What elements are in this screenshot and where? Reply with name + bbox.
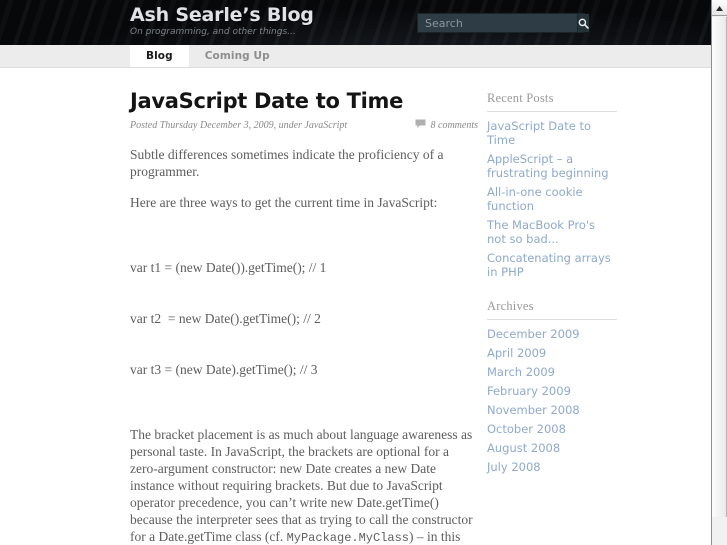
archive-link-7[interactable]: July 2008 xyxy=(487,460,617,474)
archive-link-1[interactable]: April 2009 xyxy=(487,346,617,360)
list-item: The MacBook Pro's not so bad... xyxy=(487,218,617,246)
search-form xyxy=(417,13,589,33)
post-category-link[interactable]: JavaScript xyxy=(304,120,347,131)
archive-link-0[interactable]: December 2009 xyxy=(487,327,617,341)
recent-posts-heading: Recent Posts xyxy=(487,91,617,112)
page-root: Ash Searle’s Blog On programming, and ot… xyxy=(0,0,711,545)
site-tagline: On programming, and other things... xyxy=(130,27,296,37)
code-line-3: var t3 = (new Date).getTime(); // 3 xyxy=(130,362,318,378)
archives-heading: Archives xyxy=(487,299,617,320)
search-icon xyxy=(578,18,589,29)
post-meta-date-text: Posted Thursday December 3, 2009, under xyxy=(130,120,305,132)
archive-link-5[interactable]: October 2008 xyxy=(487,422,617,436)
post-paragraph-3: The bracket placement is as much about l… xyxy=(130,426,478,545)
code-block: var t1 = (new Date()).getTime(); // 1 va… xyxy=(130,225,478,412)
list-item: March 2009 xyxy=(487,365,617,379)
post-paragraph-1: Subtle differences sometimes indicate th… xyxy=(130,147,444,180)
comment-bubble-icon xyxy=(415,119,426,132)
list-item: February 2009 xyxy=(487,384,617,398)
list-item: December 2009 xyxy=(487,327,617,341)
list-item: All-in-one cookie function xyxy=(487,185,617,213)
post-paragraph-2: Here are three ways to get the current t… xyxy=(130,195,438,211)
list-item: November 2008 xyxy=(487,403,617,417)
archive-link-4[interactable]: November 2008 xyxy=(487,403,617,417)
list-item: AppleScript – a frustrating beginning xyxy=(487,152,617,180)
list-item: July 2008 xyxy=(487,460,617,474)
post-paragraph-3-part-a: The bracket placement is as much about l… xyxy=(130,427,473,545)
sidebar: Recent Posts JavaScript Date to Time App… xyxy=(487,90,617,545)
scrollbar-up-button[interactable] xyxy=(712,0,727,16)
post-title: JavaScript Date to Time xyxy=(130,89,404,113)
recent-post-link-0[interactable]: JavaScript Date to Time xyxy=(487,119,617,147)
code-line-2: var t2 = new Date().getTime(); // 2 xyxy=(130,311,321,327)
list-item: Concatenating arrays in PHP xyxy=(487,251,617,279)
arrow-up-icon xyxy=(715,0,724,17)
post-meta: Posted Thursday December 3, 2009, under … xyxy=(130,119,478,132)
archives-list: December 2009 April 2009 March 2009 Febr… xyxy=(487,327,617,474)
list-item: JavaScript Date to Time xyxy=(487,119,617,147)
main-column: JavaScript Date to Time Posted Thursday … xyxy=(130,90,478,545)
list-item: October 2008 xyxy=(487,422,617,436)
post-comments[interactable]: 8 comments xyxy=(415,119,479,132)
primary-navigation: Blog Coming Up xyxy=(0,45,711,68)
post-inline-code: MyPackage.MyClass xyxy=(286,531,409,545)
code-line-1: var t1 = (new Date()).getTime(); // 1 xyxy=(130,260,327,276)
nav-item-blog[interactable]: Blog xyxy=(130,45,189,67)
archive-link-6[interactable]: August 2008 xyxy=(487,441,617,455)
vertical-scrollbar[interactable] xyxy=(711,0,727,545)
recent-post-link-1[interactable]: AppleScript – a frustrating beginning xyxy=(487,152,617,180)
search-button[interactable] xyxy=(577,14,589,32)
masthead-glow xyxy=(0,0,711,45)
recent-posts-list: JavaScript Date to Time AppleScript – a … xyxy=(487,119,617,279)
site-title[interactable]: Ash Searle’s Blog xyxy=(130,4,314,26)
recent-post-link-4[interactable]: Concatenating arrays in PHP xyxy=(487,251,617,279)
comments-count-link[interactable]: 8 comments xyxy=(431,120,479,131)
list-item: August 2008 xyxy=(487,441,617,455)
post-meta-posted: Posted Thursday December 3, 2009, under … xyxy=(130,120,347,131)
post-body: Subtle differences sometimes indicate th… xyxy=(130,146,478,545)
nav-item-coming-up[interactable]: Coming Up xyxy=(189,45,286,67)
recent-post-link-2[interactable]: All-in-one cookie function xyxy=(487,185,617,213)
archive-link-3[interactable]: February 2009 xyxy=(487,384,617,398)
search-input[interactable] xyxy=(418,14,577,32)
site-branding[interactable]: Ash Searle’s Blog On programming, and ot… xyxy=(130,4,314,37)
list-item: April 2009 xyxy=(487,346,617,360)
site-masthead: Ash Searle’s Blog On programming, and ot… xyxy=(0,0,711,45)
content-area: JavaScript Date to Time Posted Thursday … xyxy=(0,68,711,545)
scrollbar-thumb[interactable] xyxy=(712,17,727,517)
archive-link-2[interactable]: March 2009 xyxy=(487,365,617,379)
recent-post-link-3[interactable]: The MacBook Pro's not so bad... xyxy=(487,218,617,246)
